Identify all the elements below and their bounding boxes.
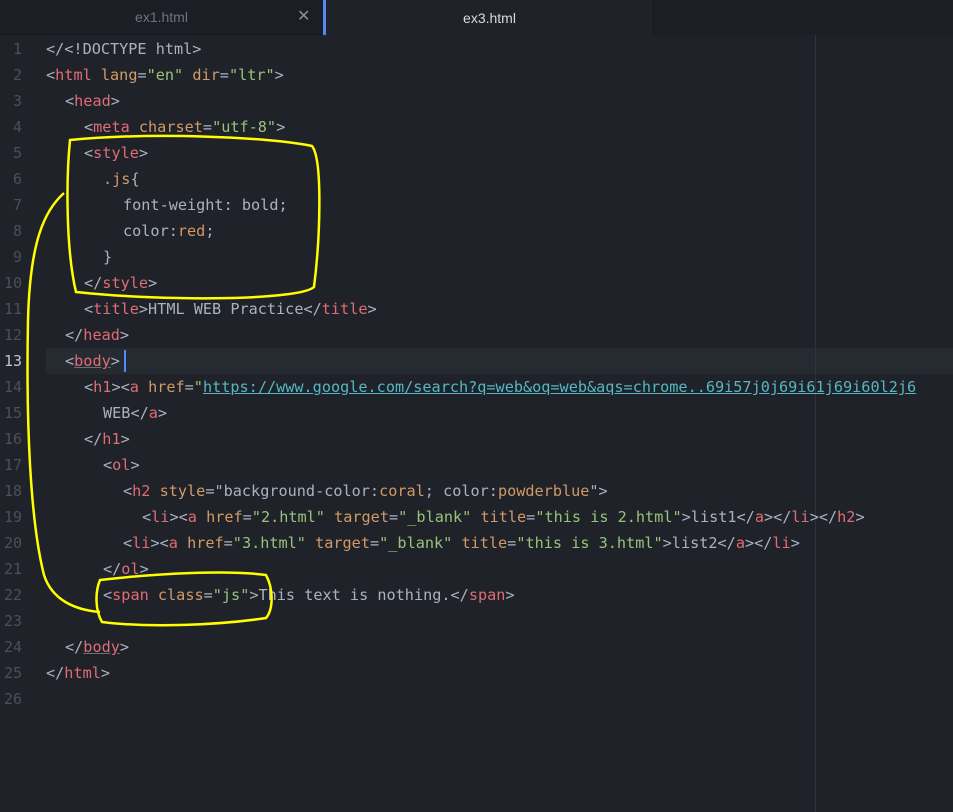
style-block-circle [66, 134, 321, 300]
connector-bracket [26, 192, 101, 614]
span-tag-circle [95, 571, 273, 627]
yellow-annotation-overlay [26, 134, 321, 627]
